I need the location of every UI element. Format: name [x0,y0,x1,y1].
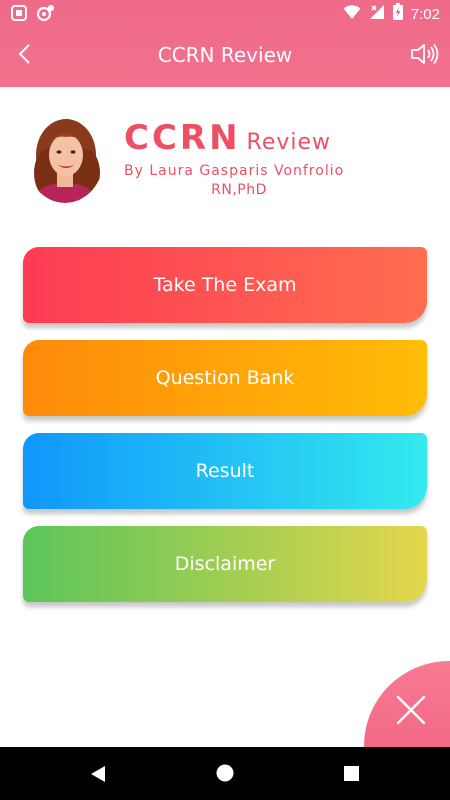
page-title: CCRN Review [157,43,293,67]
author-portrait [26,113,104,203]
nav-recents-icon[interactable] [343,765,360,782]
wifi-icon [343,4,361,25]
nav-back-icon[interactable] [88,764,108,784]
result-label: Result [195,460,255,482]
question-bank-label: Question Bank [155,367,295,389]
take-exam-label: Take The Exam [153,274,297,296]
signal-no-data-icon [369,4,385,25]
system-nav-bar [0,747,450,800]
app-screen: 7:02 CCRN Review CCRN Review By Laura Ga… [0,0,450,800]
nav-home-icon[interactable] [215,763,235,783]
question-bank-button[interactable]: Question Bank [23,340,427,416]
battery-charging-icon [392,3,403,25]
speaker-icon [410,43,440,70]
author-credentials: RN,PhD [211,182,267,198]
take-exam-button[interactable]: Take The Exam [23,247,427,323]
disclaimer-label: Disclaimer [174,553,276,575]
brand-sub-text: Review [246,130,332,155]
notification-icon [10,4,28,27]
close-icon [394,693,428,727]
app-header: 7:02 CCRN Review [0,0,450,87]
author-name: By Laura Gasparis Vonfrolio [124,163,345,179]
app-notification-icon [36,4,56,27]
brand-main-text: CCRN [124,118,241,158]
disclaimer-button[interactable]: Disclaimer [23,526,427,602]
status-time: 7:02 [410,5,440,23]
brand-title: CCRN Review [124,118,331,158]
result-button[interactable]: Result [23,433,427,509]
sound-button[interactable] [408,40,442,72]
app-bar: CCRN Review [0,26,450,87]
status-bar: 7:02 [0,0,450,26]
